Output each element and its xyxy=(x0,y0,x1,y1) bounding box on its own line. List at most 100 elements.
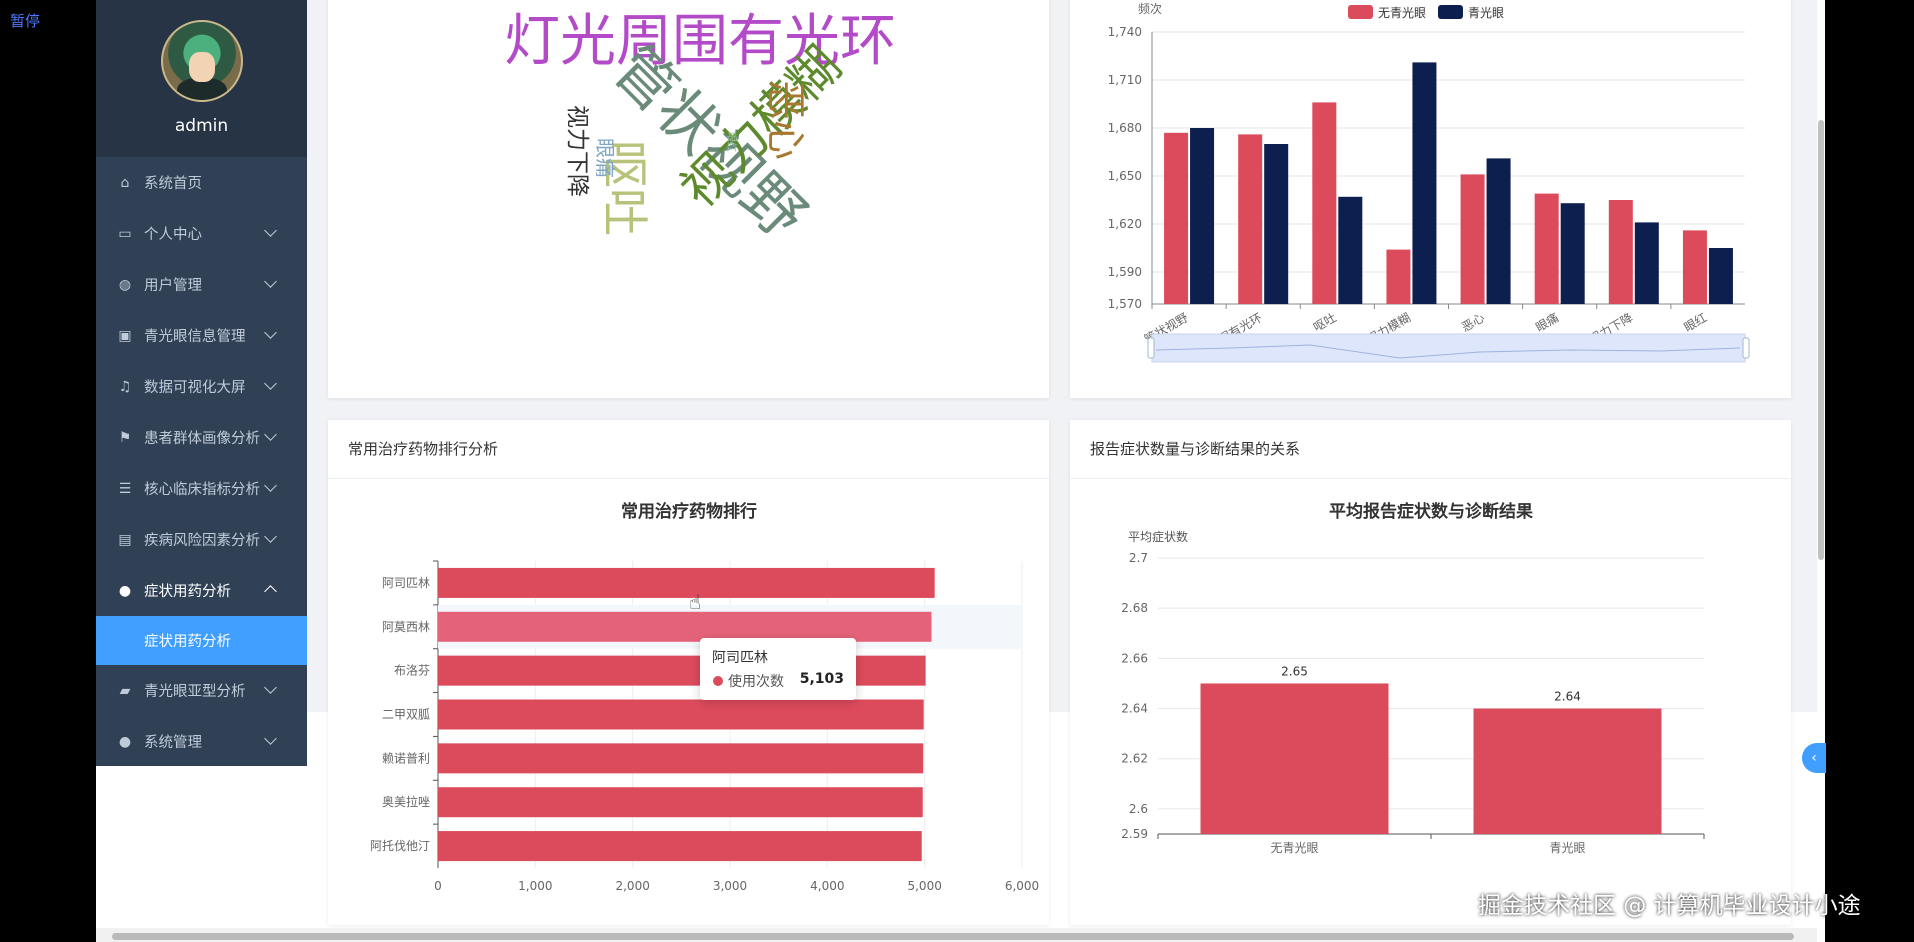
legend-label: 青光眼 xyxy=(1468,6,1504,20)
y-tick-label: 1,680 xyxy=(1108,121,1142,135)
username: admin xyxy=(174,116,229,136)
y-tick-label: 赖诺普利 xyxy=(382,751,430,765)
chevron-down-icon xyxy=(264,377,277,390)
sidebar-item-5[interactable]: ⚑ 患者群体画像分析 xyxy=(96,412,307,463)
bar-无青光眼-呕吐 xyxy=(1312,102,1337,305)
tooltip-title: 阿司匹林 xyxy=(712,650,768,666)
chevron-down-icon xyxy=(264,275,277,288)
legend-swatch xyxy=(1438,5,1463,19)
bar-青光眼-灯光周围有光环 xyxy=(1264,144,1289,304)
drugs-card-title: 常用治疗药物排行分析 xyxy=(348,440,499,458)
y-tick-label: 1,620 xyxy=(1108,217,1142,231)
bar-青光眼-恶心 xyxy=(1486,158,1511,304)
pause-label[interactable]: 暂停 xyxy=(10,10,40,31)
horizontal-scrollbar[interactable] xyxy=(96,928,1817,942)
legend-swatch xyxy=(1348,5,1373,19)
relation-card-title: 报告症状数量与诊断结果的关系 xyxy=(1090,440,1301,458)
chevron-down-icon xyxy=(264,224,277,237)
sidebar-item-label: 青光眼亚型分析 xyxy=(144,684,246,700)
bar-无青光眼-眼红 xyxy=(1682,230,1707,304)
chart-icon: ▤ xyxy=(118,531,132,548)
x-tick-label: 4,000 xyxy=(810,879,844,893)
main-content: 灯光周围有光环 管状视野 视力模糊 呕吐 恶心 视力下降 眼痛 眼红 频次 1,5… xyxy=(307,0,1817,942)
hand-cursor-icon: ☝ xyxy=(689,590,702,614)
drugs-card: 常用治疗药物排行分析 常用治疗药物排行 0 1,000 2,000 3,000 4,000… xyxy=(328,420,1049,925)
compass-icon: ◍ xyxy=(118,276,132,293)
word-6: 眼痛 xyxy=(593,138,617,178)
frequency-chart-card: 频次 1,570 1,590 1,620 1,650 1,680 1,710 1,740 管状视… xyxy=(1070,0,1791,398)
bar-无青光眼-恶心 xyxy=(1460,174,1485,304)
chevron-down-icon xyxy=(264,530,277,543)
vertical-scrollbar[interactable] xyxy=(1817,0,1825,942)
bar-阿托伐他汀 xyxy=(438,831,922,862)
y-tick-label: 1,590 xyxy=(1108,265,1142,279)
relation-chart: 平均报告症状数与诊断结果平均症状数 2.59 2.6 2.62 2.64 2.66 2.68… xyxy=(1121,501,1705,855)
microphone-icon: ♫ xyxy=(118,378,132,395)
bar-无青光眼 xyxy=(1200,683,1389,834)
sidebar-menu: ⌂ 系统首页 ▭ 个人中心 ◍ 用户管理 ▣ 青光眼信息管理 ♫ 数据可视化大屏 ⚑ 患者群体画像分析… xyxy=(96,157,307,767)
sidebar-item-10[interactable]: ● 系统管理 xyxy=(96,716,307,767)
bar-无青光眼-视力下降 xyxy=(1608,200,1633,304)
word-7: 眼红 xyxy=(725,132,738,152)
y-tick-label: 阿莫西林 xyxy=(382,620,430,634)
y-axis-title: 平均症状数 xyxy=(1128,529,1188,544)
chart-title: 平均报告症状数与诊断结果 xyxy=(1329,501,1533,522)
bar-青光眼-呕吐 xyxy=(1338,196,1363,304)
wordcloud: 灯光周围有光环 管状视野 视力模糊 呕吐 恶心 视力下降 眼痛 眼红 xyxy=(504,9,896,252)
bar-青光眼 xyxy=(1473,708,1662,834)
sidebar-item-0[interactable]: ⌂ 系统首页 xyxy=(96,157,307,208)
chart-title: 常用治疗药物排行 xyxy=(621,501,757,522)
person-icon: ● xyxy=(118,733,132,750)
x-tick-label: 呕吐 xyxy=(1311,310,1339,334)
x-tick-label: 眼痛 xyxy=(1533,310,1561,335)
word-5: 视力下降 xyxy=(564,105,590,197)
sidebar-item-3[interactable]: ▣ 青光眼信息管理 xyxy=(96,310,307,361)
sidebar-item-1[interactable]: ▭ 个人中心 xyxy=(96,208,307,259)
card-icon: ▭ xyxy=(118,225,132,242)
sidebar-item-label: 症状用药分析 xyxy=(144,584,231,600)
bar-奥美拉唑 xyxy=(438,787,923,818)
bar-二甲双胍 xyxy=(438,699,924,730)
sidebar-item-9[interactable]: ▰ 青光眼亚型分析 xyxy=(96,665,307,716)
drugs-chart: 常用治疗药物排行 0 1,000 2,000 3,000 4,000 5,000 6,000 阿… xyxy=(370,501,1039,893)
collapse-icon[interactable]: ‹ xyxy=(1802,743,1826,773)
clipboard-icon: ▣ xyxy=(118,327,132,344)
sidebar-subitem-active[interactable]: 症状用药分析 xyxy=(96,616,307,665)
sidebar-item-label: 系统管理 xyxy=(144,735,202,751)
bar-青光眼-眼红 xyxy=(1708,248,1733,304)
chevron-down-icon xyxy=(264,326,277,339)
tooltip-dot xyxy=(713,676,723,686)
word-4: 恶心 xyxy=(762,80,808,160)
legend-label: 无青光眼 xyxy=(1378,6,1426,20)
avatar[interactable] xyxy=(160,20,243,102)
chart-tooltip: 阿司匹林 使用次数 5,103 xyxy=(700,638,856,700)
data-label: 2.65 xyxy=(1281,664,1308,678)
datazoom-handle-right xyxy=(1742,337,1750,359)
tooltip-value: 5,103 xyxy=(799,671,844,687)
sidebar-item-label: 系统首页 xyxy=(144,176,202,192)
bar-阿司匹林 xyxy=(438,567,935,598)
y-tick-label: 2.59 xyxy=(1121,827,1148,841)
chevron-down-icon xyxy=(264,428,277,441)
user-icon: ● xyxy=(118,582,132,599)
sidebar-item-7[interactable]: ▤ 疾病风险因素分析 xyxy=(96,514,307,565)
home-icon: ⌂ xyxy=(120,174,130,191)
sidebar-item-6[interactable]: ☰ 核心临床指标分析 xyxy=(96,463,307,514)
wordcloud-card: 灯光周围有光环 管状视野 视力模糊 呕吐 恶心 视力下降 眼痛 眼红 xyxy=(328,0,1049,398)
x-tick-label: 青光眼 xyxy=(1549,841,1585,855)
x-tick-label: 眼红 xyxy=(1681,310,1709,335)
y-tick-label: 2.66 xyxy=(1121,651,1148,665)
y-tick-label: 奥美拉唑 xyxy=(382,794,430,809)
y-tick-label: 2.62 xyxy=(1121,752,1148,766)
y-tick-label: 布洛芬 xyxy=(394,663,430,678)
sidebar-blank xyxy=(96,766,307,942)
y-tick-label: 1,570 xyxy=(1108,297,1142,311)
bar-无青光眼-管状视野 xyxy=(1164,132,1189,304)
sidebar-item-4[interactable]: ♫ 数据可视化大屏 xyxy=(96,361,307,412)
chevron-down-icon xyxy=(264,681,277,694)
sidebar-item-8[interactable]: ● 症状用药分析 xyxy=(96,565,307,616)
y-tick-label: 1,740 xyxy=(1108,25,1142,39)
bar-青光眼-视力下降 xyxy=(1634,222,1659,304)
sidebar-item-2[interactable]: ◍ 用户管理 xyxy=(96,259,307,310)
sidebar-item-label: 疾病风险因素分析 xyxy=(144,533,260,549)
